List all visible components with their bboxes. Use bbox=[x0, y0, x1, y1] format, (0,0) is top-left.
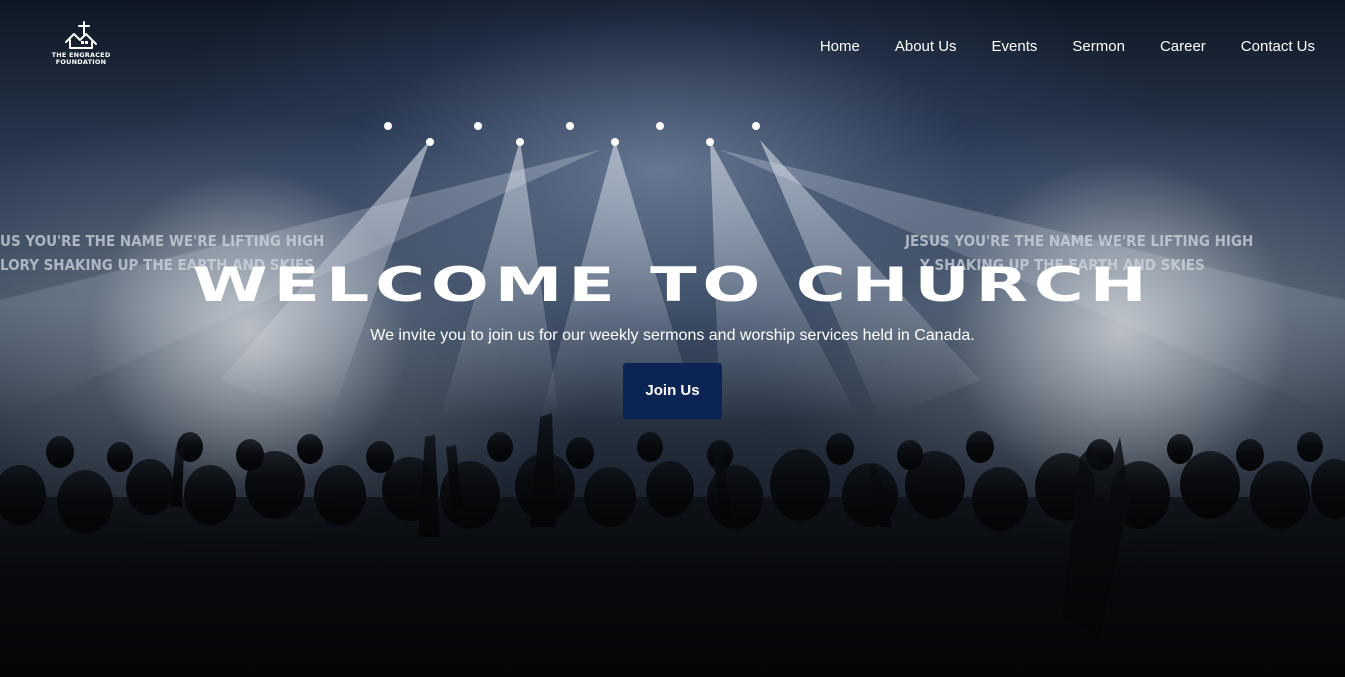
nav-sermon[interactable]: Sermon bbox=[1072, 38, 1125, 55]
stage-lamps bbox=[384, 122, 760, 146]
brand-name: THE ENGRACED FOUNDATION bbox=[38, 52, 124, 66]
nav-career[interactable]: Career bbox=[1160, 38, 1206, 55]
nav-about-us[interactable]: About Us bbox=[895, 38, 957, 55]
crowd-silhouette bbox=[0, 413, 1345, 677]
hero-title: WELCOME TO CHURCH bbox=[192, 258, 1153, 313]
brand-logo[interactable]: THE ENGRACED FOUNDATION bbox=[38, 20, 124, 72]
screen-lyrics-left-1: US YOU'RE THE NAME WE'RE LIFTING HIGH bbox=[0, 232, 324, 250]
screen-lyrics-right-1: JESUS YOU'RE THE NAME WE'RE LIFTING HIGH bbox=[904, 232, 1253, 250]
hero-subtitle: We invite you to join us for our weekly … bbox=[370, 327, 975, 344]
cross-house-logo-icon bbox=[65, 21, 97, 49]
main-nav: Home About Us Events Sermon Career Conta… bbox=[785, 38, 1315, 55]
brand-name-line-2: FOUNDATION bbox=[55, 58, 107, 66]
nav-contact-us[interactable]: Contact Us bbox=[1241, 38, 1315, 55]
hero-section: US YOU'RE THE NAME WE'RE LIFTING HIGH LO… bbox=[0, 0, 1345, 677]
nav-home[interactable]: Home bbox=[820, 38, 860, 55]
nav-events[interactable]: Events bbox=[992, 38, 1038, 55]
join-us-button[interactable]: Join Us bbox=[623, 363, 722, 419]
hero-content: WELCOME TO CHURCH We invite you to join … bbox=[0, 258, 1345, 419]
top-navbar: THE ENGRACED FOUNDATION Home About Us Ev… bbox=[0, 0, 1345, 95]
